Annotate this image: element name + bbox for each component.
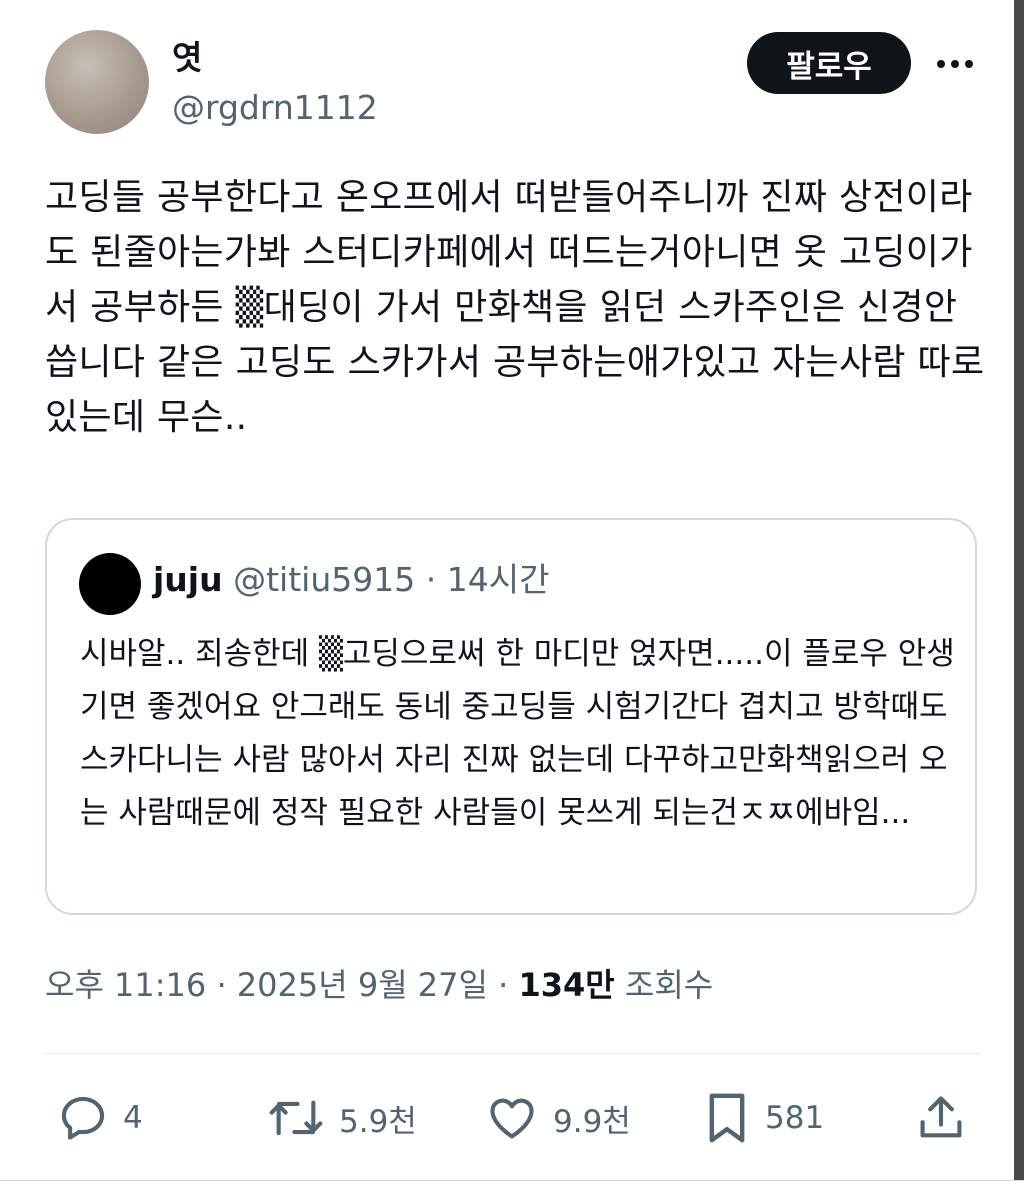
tweet-timestamp[interactable]: 오후 11:16 · 2025년 9월 27일 ·	[45, 966, 518, 1004]
more-icon[interactable]	[930, 44, 980, 84]
quote-handle: @titiu5915	[233, 560, 416, 599]
views-label: 조회수	[614, 966, 714, 1004]
user-handle[interactable]: @rgdrn1112	[172, 88, 378, 128]
reply-count: 4	[123, 1100, 143, 1136]
like-button[interactable]: 9.9천	[485, 1088, 631, 1148]
bookmark-count: 581	[765, 1100, 825, 1136]
quoted-tweet[interactable]: juju @titiu5915 · 14시간 시바알.. 죄송한데 ▒고딩으로써…	[45, 518, 977, 915]
bookmark-icon	[709, 1093, 745, 1143]
quote-text: 시바알.. 죄송한데 ▒고딩으로써 한 마디만 얹자면.....이 플로우 안생…	[80, 636, 955, 831]
quote-separator: ·	[415, 560, 447, 599]
like-count: 9.9천	[553, 1103, 631, 1140]
bookmark-button[interactable]: 581	[703, 1088, 824, 1148]
quote-time: 14시간	[446, 560, 550, 599]
display-name[interactable]: 엿	[172, 38, 202, 78]
retweet-button[interactable]: 5.9천	[267, 1088, 417, 1148]
share-button[interactable]	[915, 1088, 967, 1148]
tweet-meta: 오후 11:16 · 2025년 9월 27일 · 134만 조회수	[45, 962, 713, 1008]
window-edge	[1014, 0, 1024, 1203]
retweet-count: 5.9천	[339, 1103, 417, 1140]
follow-button[interactable]: 팔로우	[747, 32, 911, 94]
divider	[45, 1053, 980, 1054]
views-count: 134만	[518, 966, 615, 1004]
tweet-text: 고딩들 공부한다고 온오프에서 떠받들어주니까 진짜 상전이라도 된줄아는가봐 …	[45, 177, 985, 438]
quote-display-name: juju	[153, 560, 223, 599]
reply-icon	[61, 1096, 105, 1140]
quote-header: juju @titiu5915 · 14시간	[153, 558, 549, 602]
reply-button[interactable]: 4	[57, 1088, 143, 1148]
action-bar: 4 5.9천 9.9천 581	[45, 1088, 980, 1148]
like-icon	[490, 1098, 534, 1139]
avatar[interactable]	[45, 30, 149, 134]
quote-avatar[interactable]	[79, 553, 141, 615]
retweet-icon	[269, 1100, 323, 1136]
share-icon	[920, 1096, 962, 1138]
bottom-edge	[0, 1180, 1024, 1203]
